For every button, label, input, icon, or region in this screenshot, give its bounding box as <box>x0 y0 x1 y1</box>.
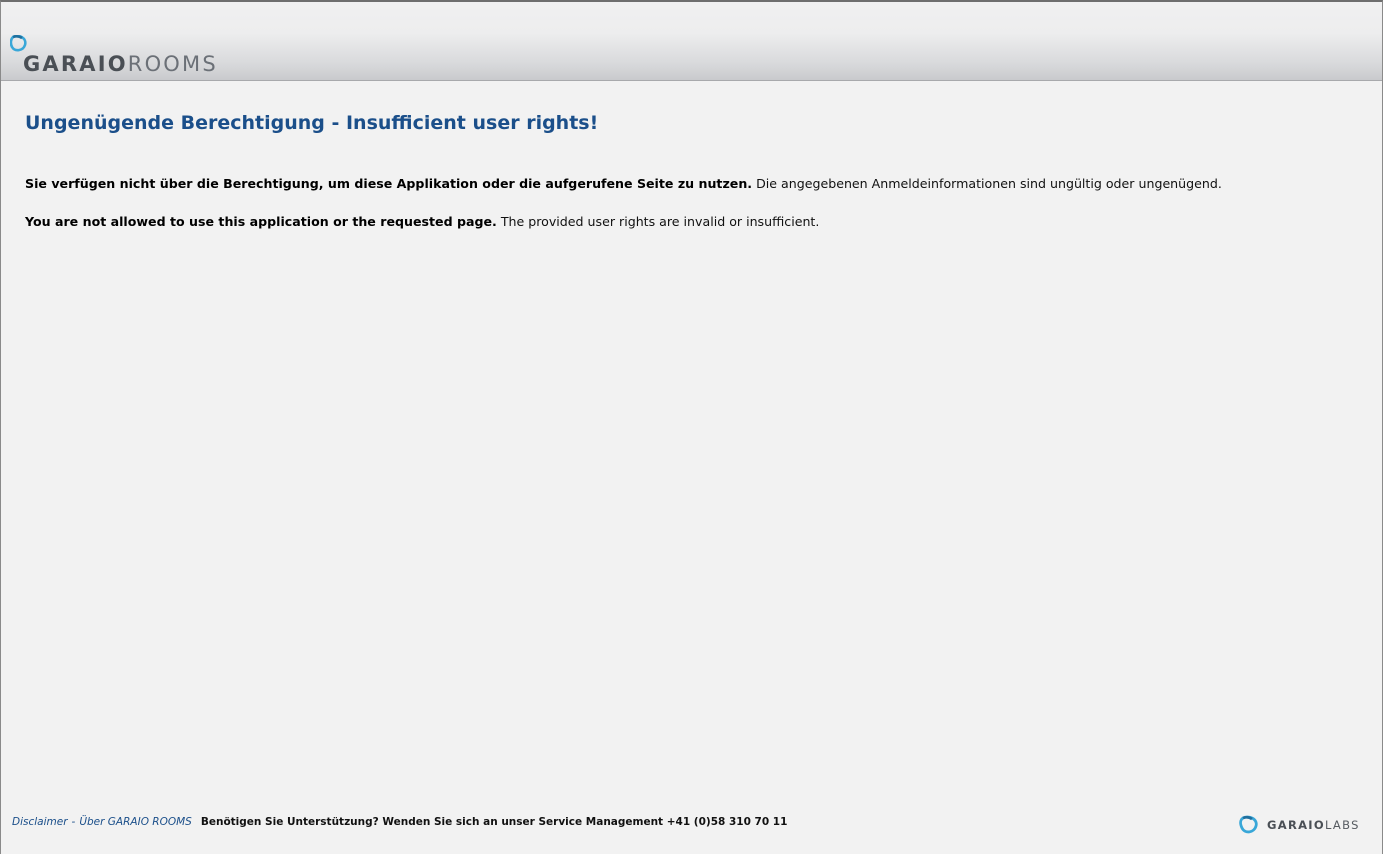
labs-brand-light: LABS <box>1324 818 1360 832</box>
garaio-rooms-wordmark: GARAIOROOMS <box>23 52 218 76</box>
labs-brand-bold: GARAIO <box>1267 818 1325 832</box>
main-content: Ungenügende Berechtigung - Insufficient … <box>25 110 1355 229</box>
message-english: You are not allowed to use this applicat… <box>25 213 819 231</box>
logo-brand-light: ROOMS <box>127 52 218 76</box>
page-title: Ungenügende Berechtigung - Insufficient … <box>25 112 599 134</box>
garaio-labs-logo[interactable]: GARAIOLABS <box>1239 815 1358 835</box>
garaio-labs-mark-icon <box>1239 815 1258 834</box>
support-contact-text: Benötigen Sie Unterstützung? Wenden Sie … <box>200 816 788 828</box>
header-bar: GARAIOROOMS <box>1 2 1382 81</box>
about-garaio-rooms-link[interactable]: Über GARAIO ROOMS <box>79 816 192 828</box>
message-english-text: The provided user rights are invalid or … <box>496 214 820 229</box>
disclaimer-link[interactable]: Disclaimer <box>12 816 68 828</box>
footer-separator: - <box>71 816 76 828</box>
garaio-mark-icon <box>10 35 27 52</box>
message-english-bold: You are not allowed to use this applicat… <box>25 214 497 229</box>
garaio-labs-wordmark: GARAIOLABS <box>1267 818 1360 832</box>
page-frame: GARAIOROOMS Ungenügende Berechtigung - I… <box>0 0 1383 854</box>
message-german-bold: Sie verfügen nicht über die Berechtigung… <box>25 176 753 191</box>
logo-brand-bold: GARAIO <box>23 52 128 76</box>
footer: Disclaimer - Über GARAIO ROOMS Benötigen Si… <box>12 814 787 830</box>
message-german-text: Die angegebenen Anmeldeinformationen sin… <box>752 176 1222 191</box>
message-german: Sie verfügen nicht über die Berechtigung… <box>25 175 1222 193</box>
